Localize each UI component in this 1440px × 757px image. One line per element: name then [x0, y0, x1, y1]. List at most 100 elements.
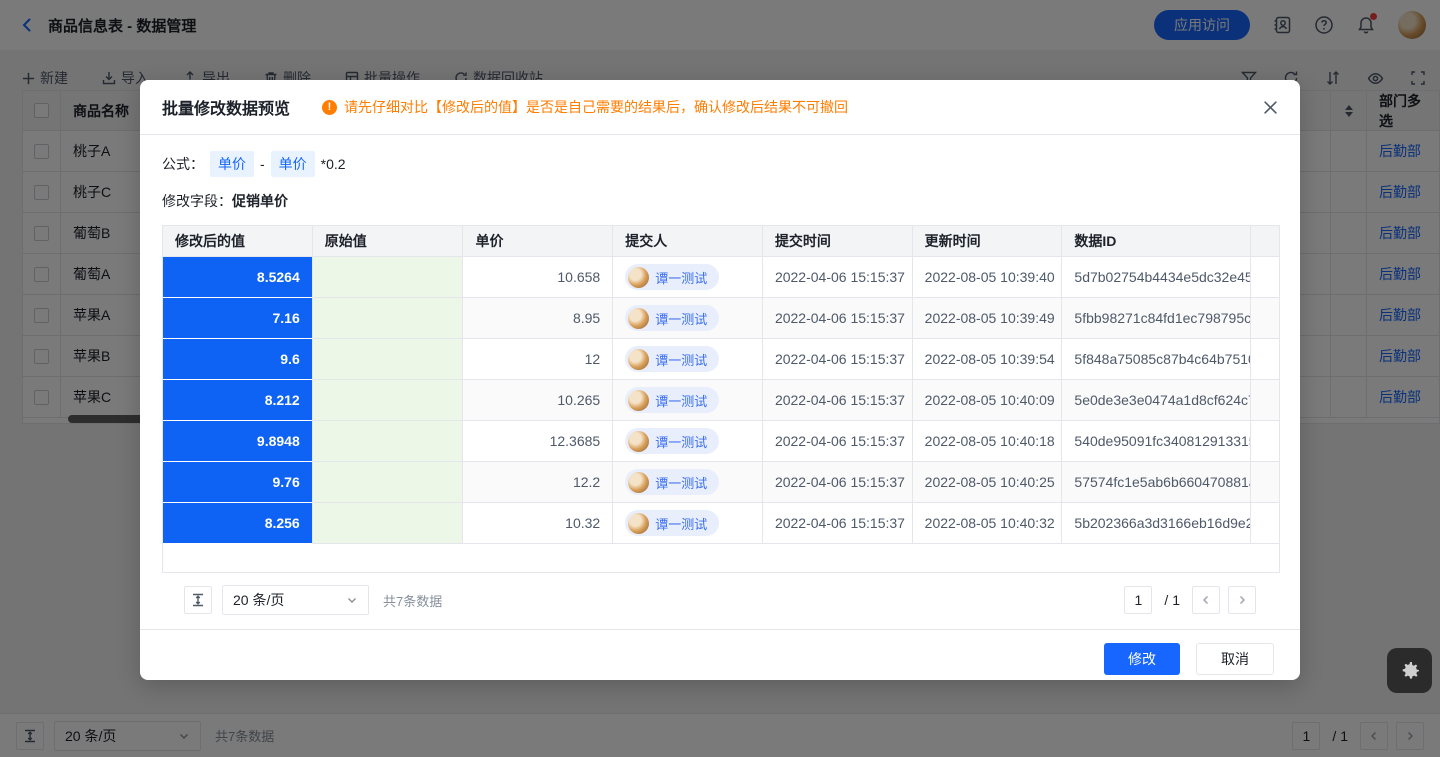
submitter-chip[interactable]: 谭一测试	[625, 346, 719, 372]
update-time-cell: 2022-08-05 10:40:32	[913, 503, 1063, 544]
original-value-cell	[313, 380, 464, 421]
submit-time-cell: 2022-04-06 15:15:37	[763, 380, 913, 421]
cancel-button[interactable]: 取消	[1196, 643, 1274, 675]
table-row: 8.21210.265谭一测试2022-04-06 15:15:372022-0…	[163, 380, 1279, 421]
filler-cell	[1251, 257, 1279, 298]
submitter-cell: 谭一测试	[613, 462, 763, 503]
submitter-name: 谭一测试	[655, 268, 707, 287]
filler-cell	[1251, 462, 1279, 503]
submitter-chip[interactable]: 谭一测试	[625, 469, 719, 495]
unit-price-cell: 10.658	[463, 257, 613, 298]
page-size-value: 20 条/页	[233, 590, 284, 610]
new-value-cell: 8.5264	[163, 257, 313, 298]
next-page-icon[interactable]	[1228, 586, 1256, 614]
submitter-name: 谭一测试	[655, 432, 707, 451]
formula-field-chip[interactable]: 单价	[271, 151, 315, 177]
submitter-cell: 谭一测试	[613, 339, 763, 380]
page-number-input[interactable]: 1	[1124, 586, 1152, 614]
submitter-avatar	[628, 390, 649, 411]
confirm-button[interactable]: 修改	[1104, 643, 1180, 675]
modal-title: 批量修改数据预览	[162, 95, 290, 119]
update-time-cell: 2022-08-05 10:39:40	[913, 257, 1063, 298]
update-time-cell: 2022-08-05 10:39:54	[913, 339, 1063, 380]
submitter-chip[interactable]: 谭一测试	[625, 428, 719, 454]
chevron-down-icon	[346, 594, 358, 606]
submitter-chip[interactable]: 谭一测试	[625, 510, 719, 536]
submitter-name: 谭一测试	[655, 350, 707, 369]
new-value-cell: 9.8948	[163, 421, 313, 462]
submitter-avatar	[628, 472, 649, 493]
submitter-chip[interactable]: 谭一测试	[625, 387, 719, 413]
screen: 商品信息表 - 数据管理 应用访问 新建 导入 导出	[0, 0, 1440, 757]
header-new-value: 修改后的值	[163, 226, 313, 257]
settings-gear-button[interactable]	[1387, 648, 1432, 693]
modal-header: 批量修改数据预览 ! 请先仔细对比【修改后的值】是否是自己需要的结果后，确认修改…	[140, 80, 1300, 135]
table-row: 9.7612.2谭一测试2022-04-06 15:15:372022-08-0…	[163, 462, 1279, 503]
data-id-cell: 57574fc1e5ab6b660470881a	[1062, 462, 1251, 503]
modal-pagination: 20 条/页 共7条数据 1 / 1	[162, 585, 1278, 615]
submitter-name: 谭一测试	[655, 309, 707, 328]
submitter-cell: 谭一测试	[613, 257, 763, 298]
unit-price-cell: 10.265	[463, 380, 613, 421]
table-row: 9.894812.3685谭一测试2022-04-06 15:15:372022…	[163, 421, 1279, 462]
page-total-label: / 1	[1164, 592, 1180, 608]
submitter-name: 谭一测试	[655, 514, 707, 533]
table-row: 8.5264 10.658 谭一测试 2022-04-06 15:15:372022-…	[163, 257, 1279, 298]
submit-time-cell: 2022-04-06 15:15:37	[763, 339, 913, 380]
original-value-cell	[313, 257, 464, 298]
submitter-cell: 谭一测试	[613, 421, 763, 462]
data-id-cell: 5d7b02754b4434e5dc32e45b	[1062, 257, 1251, 298]
submitter-avatar	[628, 308, 649, 329]
submitter-avatar	[628, 431, 649, 452]
original-value-cell	[313, 298, 464, 339]
submit-time-cell: 2022-04-06 15:15:37	[763, 503, 913, 544]
filler-cell	[1251, 421, 1279, 462]
submitter-cell: 谭一测试	[613, 503, 763, 544]
data-id-cell: 5fbb98271c84fd1ec798795c	[1062, 298, 1251, 339]
formula-field-chip[interactable]: 单价	[210, 151, 254, 177]
unit-price-cell: 12.3685	[463, 421, 613, 462]
unit-price-cell: 12.2	[463, 462, 613, 503]
modal-footer: 修改 取消	[140, 630, 1300, 675]
filler-cell	[1251, 339, 1279, 380]
formula-suffix: *0.2	[321, 156, 346, 172]
header-unit-price: 单价	[463, 226, 613, 257]
header-data-id: 数据ID	[1062, 226, 1251, 257]
original-value-cell	[313, 339, 464, 380]
prev-page-icon[interactable]	[1192, 586, 1220, 614]
submitter-chip[interactable]: 谭一测试	[625, 305, 719, 331]
new-value-cell: 8.256	[163, 503, 313, 544]
page-size-select[interactable]: 20 条/页	[222, 585, 369, 615]
submitter-chip[interactable]: 谭一测试	[625, 264, 719, 290]
submitter-avatar	[628, 267, 649, 288]
update-time-cell: 2022-08-05 10:40:09	[913, 380, 1063, 421]
row-height-icon[interactable]	[184, 586, 212, 614]
table-row: 9.6 12 谭一测试 2022-04-06 15:15:372022-08-05 1…	[163, 339, 1279, 380]
unit-price-cell: 12	[463, 339, 613, 380]
formula-label: 公式：	[162, 154, 204, 174]
submitter-cell: 谭一测试	[613, 380, 763, 421]
filler-cell	[1251, 298, 1279, 339]
header-update-time: 更新时间	[913, 226, 1063, 257]
submitter-cell: 谭一测试	[613, 298, 763, 339]
filler-cell	[1251, 380, 1279, 421]
update-time-cell: 2022-08-05 10:39:49	[913, 298, 1063, 339]
unit-price-cell: 10.32	[463, 503, 613, 544]
unit-price-cell: 8.95	[463, 298, 613, 339]
submit-time-cell: 2022-04-06 15:15:37	[763, 462, 913, 503]
header-filler	[1251, 226, 1279, 257]
original-value-cell	[313, 421, 464, 462]
preview-table: 修改后的值 原始值 单价 提交人 提交时间 更新时间 数据ID 8.526410…	[162, 225, 1280, 573]
update-time-cell: 2022-08-05 10:40:18	[913, 421, 1063, 462]
data-id-cell: 5f848a75085c87b4c64b7510	[1062, 339, 1251, 380]
update-time-cell: 2022-08-05 10:40:25	[913, 462, 1063, 503]
submit-time-cell: 2022-04-06 15:15:37	[763, 257, 913, 298]
header-original-value: 原始值	[313, 226, 464, 257]
close-icon[interactable]	[1263, 100, 1278, 115]
modified-field-label: 修改字段：	[162, 191, 232, 211]
original-value-cell	[313, 503, 464, 544]
warning-icon: !	[322, 100, 337, 115]
new-value-cell: 9.6	[163, 339, 313, 380]
filler-cell	[1251, 503, 1279, 544]
header-submitter: 提交人	[613, 226, 763, 257]
